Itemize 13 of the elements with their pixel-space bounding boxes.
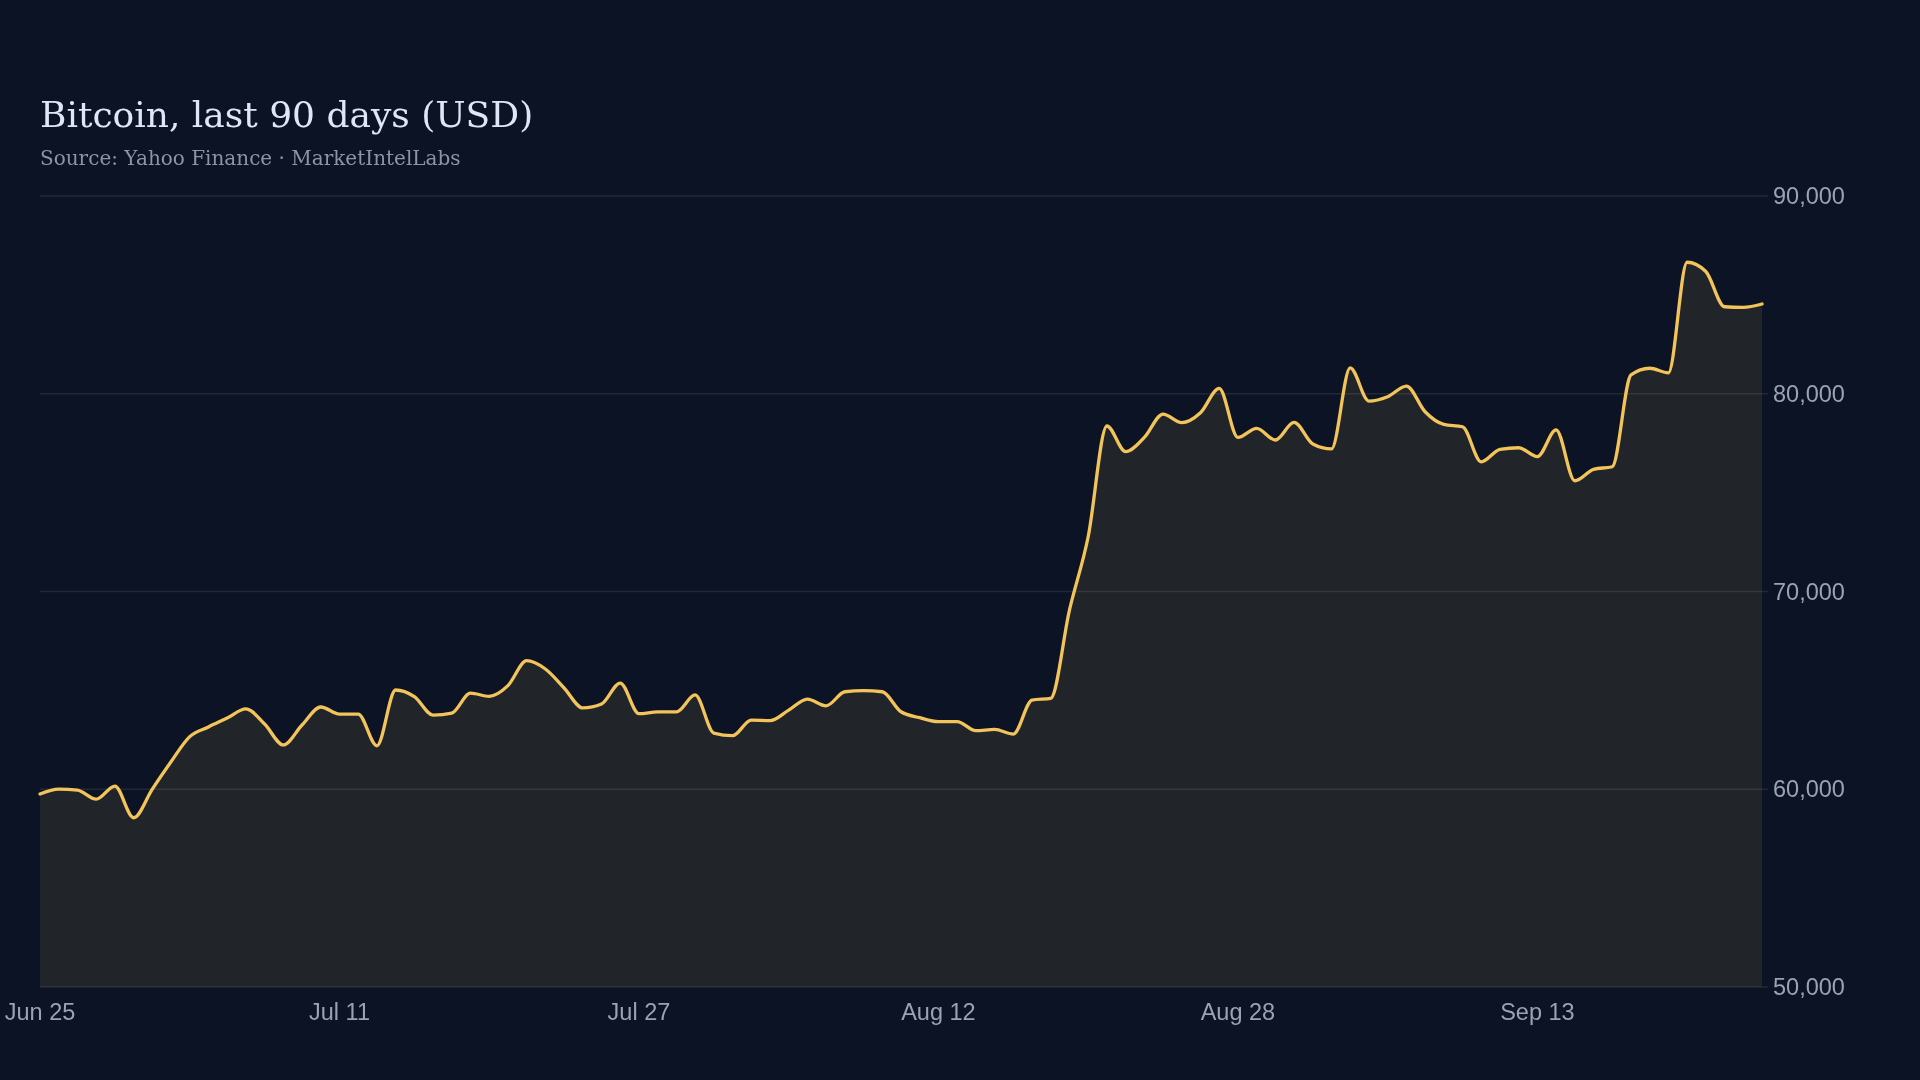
y-axis-label: 80,000 <box>1773 380 1845 407</box>
y-axis-label: 50,000 <box>1773 974 1845 1000</box>
x-axis-label: Jul 11 <box>309 999 370 1025</box>
chart-source: Source: Yahoo Finance · MarketIntelLabs <box>40 145 461 171</box>
x-axis-label: Aug 12 <box>901 999 976 1025</box>
y-axis-label: 60,000 <box>1773 776 1845 803</box>
x-axis-label: Jun 25 <box>4 999 76 1025</box>
y-axis-label: 70,000 <box>1773 578 1845 605</box>
y-axis-label: 90,000 <box>1773 183 1845 209</box>
chart-title: Bitcoin, last 90 days (USD) <box>40 93 534 137</box>
x-axis-label: Aug 28 <box>1200 999 1276 1025</box>
x-axis-label: Sep 13 <box>1500 999 1575 1025</box>
x-axis-label: Jul 27 <box>607 999 671 1025</box>
